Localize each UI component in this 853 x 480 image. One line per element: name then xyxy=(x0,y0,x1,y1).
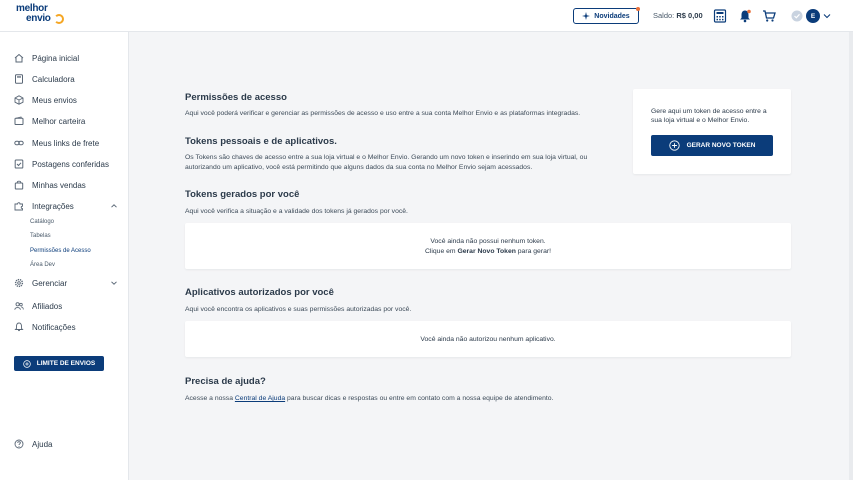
sidebar-item-label: Afiliados xyxy=(32,301,63,311)
sidebar-item-ajuda[interactable]: Ajuda xyxy=(14,437,118,451)
bell-icon xyxy=(14,322,24,332)
sidebar-item-label: Meus envios xyxy=(32,95,77,105)
home-icon xyxy=(14,53,24,63)
gear-icon xyxy=(14,278,24,288)
sidebar-item-links-frete[interactable]: Meus links de frete xyxy=(14,136,118,150)
sidebar-item-label: Calculadora xyxy=(32,74,75,84)
main-content: Permissões de acesso Aqui você poderá ve… xyxy=(129,32,853,480)
sidebar-item-pagina-inicial[interactable]: Página inicial xyxy=(14,51,118,65)
saldo-label: Saldo: xyxy=(653,11,675,20)
token-card: Gere aqui um token de acesso entre a sua… xyxy=(633,89,791,174)
ajuda-suffix: para buscar dicas e respostas ou entre e… xyxy=(285,395,554,402)
sidebar-item-label: Página inicial xyxy=(32,53,80,63)
tokens-empty-bold: Gerar Novo Token xyxy=(457,247,516,255)
sidebar-subitem-catalogo[interactable]: Catálogo xyxy=(30,219,54,225)
sidebar-item-label: Ajuda xyxy=(32,439,53,449)
tokens-empty-prefix: Clique em xyxy=(424,247,458,255)
gerados-title: Tokens gerados por você xyxy=(185,189,300,200)
sidebar-subitem-permissoes-acesso[interactable]: Permissões de Acesso xyxy=(30,248,91,254)
token-card-text: Gere aqui um token de acesso entre a sua… xyxy=(651,108,767,124)
central-ajuda-link[interactable]: Central de Ajuda xyxy=(235,395,285,402)
tokens-text: Os Tokens são chaves de acesso entre a s… xyxy=(185,154,588,171)
sidebar: Página inicial Calculadora Meus envios M… xyxy=(0,32,129,480)
sidebar-item-notificacoes[interactable]: Notificações xyxy=(14,320,118,334)
sidebar-subitem-area-dev[interactable]: Área Dev xyxy=(30,262,55,268)
saldo-value: R$ 0,00 xyxy=(676,11,703,20)
bell-icon[interactable] xyxy=(738,9,752,23)
logo-ring-icon xyxy=(54,14,64,24)
gerados-text: Aqui você verifica a situação e a valida… xyxy=(185,208,408,215)
saldo: Saldo: R$ 0,00 xyxy=(653,11,703,20)
calculator-icon[interactable] xyxy=(713,9,727,23)
sidebar-item-label: Melhor carteira xyxy=(32,116,86,126)
permissoes-title: Permissões de acesso xyxy=(185,92,287,103)
ajuda-title: Precisa de ajuda? xyxy=(185,376,266,387)
sidebar-item-label: Meus links de frete xyxy=(32,138,100,148)
tokens-empty-line2: Clique em Gerar Novo Token para gerar! xyxy=(185,247,791,257)
page-scrollbar[interactable] xyxy=(849,32,853,480)
aplicativos-empty-card: Você ainda não autorizou nenhum aplicati… xyxy=(185,321,791,357)
link-icon xyxy=(14,140,24,146)
limite-envios-button[interactable]: LIMITE DE ENVIOS xyxy=(14,356,104,371)
sidebar-item-label: Minhas vendas xyxy=(32,180,86,190)
shopping-bag-icon xyxy=(14,180,24,190)
ajuda-text: Acesse a nossa Central de Ajuda para bus… xyxy=(185,394,655,404)
plus-circle-icon xyxy=(668,140,680,151)
users-icon xyxy=(14,302,24,310)
sidebar-item-calculadora[interactable]: Calculadora xyxy=(14,72,118,86)
plus-circle-icon xyxy=(23,359,31,368)
novidades-button[interactable]: Novidades xyxy=(573,7,640,24)
sidebar-item-meus-envios[interactable]: Meus envios xyxy=(14,93,118,107)
verified-badge-icon xyxy=(791,10,803,22)
box-icon xyxy=(14,95,24,105)
sidebar-subitem-tabelas[interactable]: Tabelas xyxy=(30,233,51,239)
ajuda-prefix: Acesse a nossa xyxy=(185,395,235,402)
novidades-label: Novidades xyxy=(594,12,630,20)
sidebar-item-label: Integrações xyxy=(32,201,74,211)
aplicativos-text: Aqui você encontra os aplicativos e suas… xyxy=(185,306,412,313)
sidebar-item-afiliados[interactable]: Afiliados xyxy=(14,299,118,313)
gerar-novo-token-label: GERAR NOVO TOKEN xyxy=(686,142,756,149)
sidebar-item-gerenciar[interactable]: Gerenciar xyxy=(14,276,118,290)
gerar-novo-token-button[interactable]: GERAR NOVO TOKEN xyxy=(651,135,773,156)
tokens-empty-line1: Você ainda não possui nenhum token. xyxy=(430,238,546,245)
puzzle-icon xyxy=(14,202,23,211)
checklist-icon xyxy=(14,159,24,169)
notification-dot xyxy=(636,7,640,11)
sidebar-item-minhas-vendas[interactable]: Minhas vendas xyxy=(14,178,118,192)
sidebar-item-label: Notificações xyxy=(32,322,76,332)
sidebar-item-label: Gerenciar xyxy=(32,278,68,288)
top-header: melhor envio Novidades Saldo: R$ 0,00 E xyxy=(0,0,853,32)
sidebar-item-integracoes[interactable]: Integrações xyxy=(14,199,118,213)
chevron-up-icon[interactable] xyxy=(110,202,118,210)
chevron-down-icon[interactable] xyxy=(823,12,831,20)
melhor-envio-logo[interactable]: melhor envio xyxy=(16,4,64,26)
sidebar-item-melhor-carteira[interactable]: Melhor carteira xyxy=(14,114,118,128)
aplicativos-title: Aplicativos autorizados por você xyxy=(185,287,334,298)
sidebar-item-postagens-conferidas[interactable]: Postagens conferidas xyxy=(14,157,118,171)
wallet-icon xyxy=(14,116,24,125)
sidebar-item-label: Postagens conferidas xyxy=(32,159,109,169)
tokens-empty-card: Você ainda não possui nenhum token. Cliq… xyxy=(185,223,791,269)
aplicativos-empty-text: Você ainda não autorizou nenhum aplicati… xyxy=(420,336,556,343)
calculator-icon xyxy=(15,74,23,84)
tokens-title: Tokens pessoais e de aplicativos. xyxy=(185,136,337,147)
tokens-empty-suffix: para gerar! xyxy=(515,247,552,255)
help-icon xyxy=(14,439,24,449)
cart-icon[interactable] xyxy=(762,9,776,23)
sparkle-icon xyxy=(582,12,591,20)
user-avatar[interactable]: E xyxy=(806,9,820,23)
chevron-down-icon[interactable] xyxy=(110,279,118,287)
permissoes-text: Aqui você poderá verificar e gerenciar a… xyxy=(185,110,581,117)
limite-envios-label: LIMITE DE ENVIOS xyxy=(36,360,96,367)
